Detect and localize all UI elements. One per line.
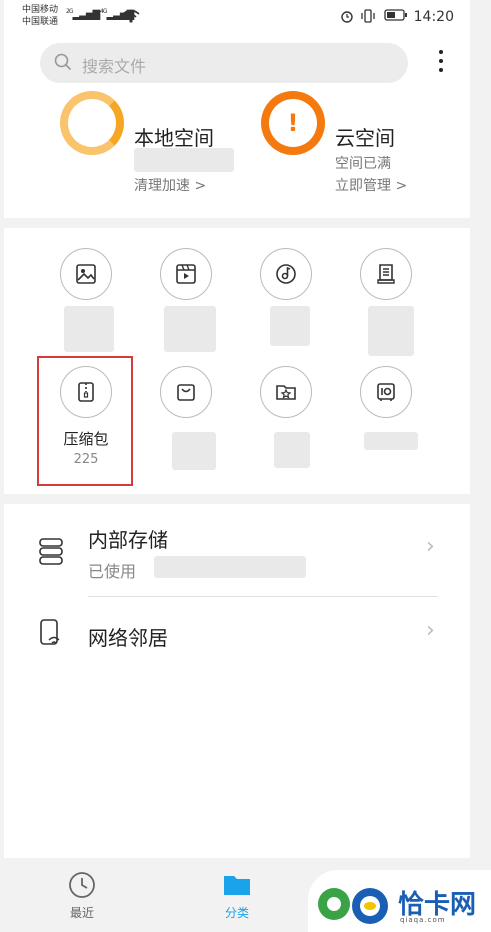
carrier-1: 中国移动 [22, 5, 59, 15]
alarm-icon [340, 9, 354, 27]
category-safe-blurred-label [364, 432, 418, 450]
internal-storage-used-label: 已使用 [88, 562, 137, 581]
bag-icon [177, 384, 195, 401]
tab-recent[interactable]: 最近 [52, 870, 112, 921]
cloud-storage-status: 空间已满 [335, 156, 391, 172]
watermark-sub: qiaqa.com [400, 916, 446, 924]
clean-speedup-link[interactable]: 清理加速 > [134, 175, 206, 195]
category-installers-blurred-label [172, 432, 216, 470]
carrier-2: 中国联通 [22, 17, 59, 27]
folder-icon [224, 876, 250, 895]
watermark-logo-icon [318, 888, 388, 924]
cloud-storage-title[interactable]: 云空间 [335, 122, 395, 151]
search-icon [54, 53, 72, 71]
highlight-box [37, 356, 133, 486]
star-folder-icon [276, 385, 296, 400]
tab-category-label: 分类 [224, 906, 249, 920]
search-placeholder: 搜索文件 [82, 57, 147, 76]
clock: 14:20 [413, 9, 454, 25]
search-bar[interactable]: 搜索文件 [40, 43, 408, 83]
image-icon [76, 264, 96, 284]
internal-storage-usage-blurred [154, 556, 306, 578]
category-videos-blurred-label [164, 306, 216, 352]
category-documents-blurred-label [368, 306, 414, 356]
category-images[interactable] [48, 248, 124, 300]
vibrate-icon [360, 9, 376, 27]
chevron-right-icon: › [426, 534, 435, 559]
music-icon [276, 264, 296, 284]
local-storage-ring-icon[interactable] [60, 91, 124, 155]
category-documents[interactable] [348, 248, 424, 300]
tab-recent-label: 最近 [69, 906, 94, 920]
status-bar: 中国移动 中国联通 2G▂▃▅▇ 4G▂▃▅▇ 14:20 [4, 0, 470, 34]
category-safe[interactable] [348, 366, 424, 418]
watermark: 恰卡网 qiaqa.com [308, 870, 491, 932]
storage-drive-icon [39, 538, 63, 565]
document-icon [377, 264, 395, 284]
internal-storage-title: 内部存储 [88, 528, 168, 552]
category-music-blurred-label [270, 306, 310, 346]
network-neighbors-title: 网络邻居 [88, 626, 168, 650]
more-menu-icon[interactable] [434, 50, 448, 78]
tab-category[interactable]: 分类 [207, 870, 267, 921]
category-videos[interactable] [148, 248, 224, 300]
video-icon [176, 264, 196, 284]
category-favorites[interactable] [248, 366, 324, 418]
internal-storage-row[interactable]: 内部存储 已使用 › [4, 504, 470, 596]
wifi-icon [122, 9, 140, 27]
category-favorites-blurred-label [274, 432, 310, 468]
manage-now-link[interactable]: 立即管理 > [335, 175, 407, 195]
app-screen: 中国移动 中国联通 2G▂▃▅▇ 4G▂▃▅▇ 14:20 搜索文件 本地空间 … [4, 0, 491, 932]
battery-icon [384, 9, 408, 25]
local-storage-usage-blurred [134, 148, 234, 172]
safe-icon [377, 383, 395, 401]
signal-2g-icon: 2G▂▃▅▇ [66, 8, 100, 21]
divider [88, 596, 438, 597]
clock-icon [69, 872, 95, 898]
local-storage-title[interactable]: 本地空间 [134, 122, 214, 151]
network-phone-icon [40, 619, 60, 645]
carrier-labels: 中国移动 中国联通 [22, 4, 58, 28]
category-installers[interactable] [148, 366, 224, 418]
category-music[interactable] [248, 248, 324, 300]
network-neighbors-row[interactable]: 网络邻居 › [4, 598, 470, 672]
chevron-right-icon: › [426, 618, 435, 643]
warning-icon: ! [269, 99, 317, 147]
cloud-storage-ring-icon[interactable]: ! [261, 91, 325, 155]
location-list: 内部存储 已使用 › 网络邻居 › [4, 504, 470, 858]
category-images-blurred-label [64, 306, 114, 352]
